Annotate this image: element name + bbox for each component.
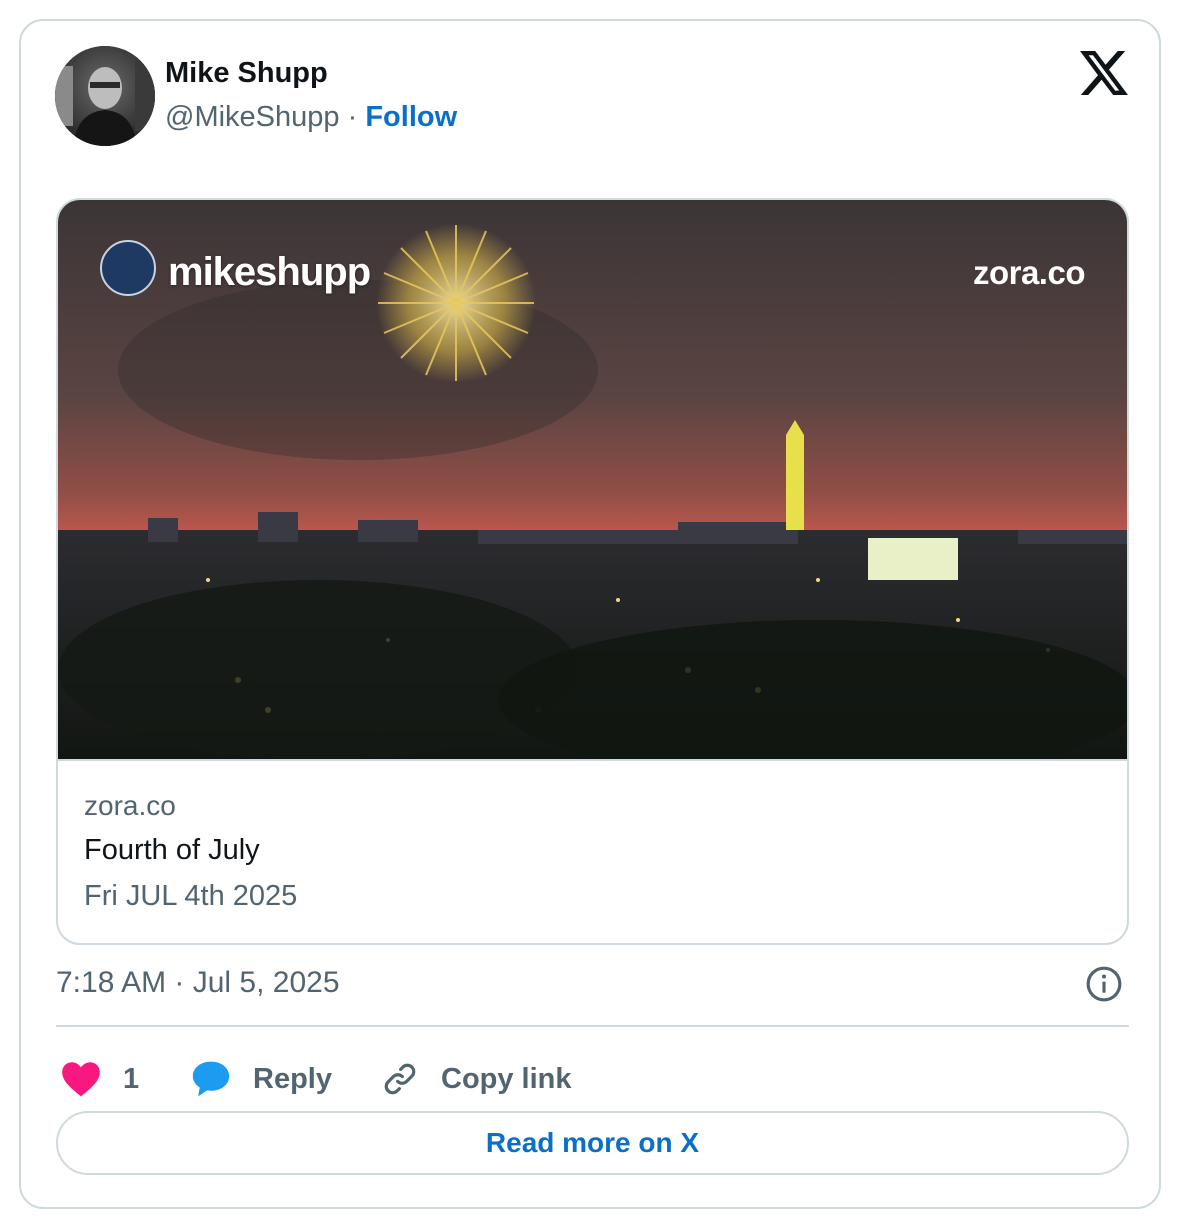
preview-divider: [58, 759, 1127, 761]
link-description: Fri JUL 4th 2025: [84, 880, 298, 912]
follow-button[interactable]: Follow: [365, 101, 457, 133]
overlay-brand: mikeshupp: [168, 250, 371, 294]
mikeshupp-logo-icon: [100, 240, 156, 296]
action-bar: 1 Reply Copy link: [61, 1051, 1131, 1107]
info-icon[interactable]: [1085, 965, 1123, 1003]
link-preview-card[interactable]: mikeshupp zora.co zora.co Fourth of July…: [56, 198, 1129, 945]
link-icon: [384, 1063, 416, 1095]
copy-link-label: Copy link: [441, 1062, 572, 1095]
link-domain: zora.co: [84, 790, 176, 821]
handle-separator: ·: [347, 101, 358, 133]
like-button[interactable]: 1: [61, 1051, 139, 1107]
copy-link-button[interactable]: Copy link: [381, 1051, 572, 1107]
action-divider: [56, 1025, 1129, 1027]
like-count: 1: [123, 1062, 140, 1095]
read-more-button[interactable]: Read more on X: [56, 1111, 1129, 1175]
author-handle[interactable]: @MikeShupp: [165, 101, 340, 133]
tweet-embed-card: Mike Shupp @MikeShupp · Follow mikeshupp…: [19, 19, 1161, 1209]
reply-label: Reply: [253, 1062, 332, 1095]
author-name[interactable]: Mike Shupp: [165, 57, 328, 90]
overlay-site: zora.co: [972, 254, 1086, 291]
reply-button[interactable]: Reply: [191, 1051, 332, 1107]
reply-bubble-icon: [192, 1061, 230, 1097]
tweet-timestamp[interactable]: 7:18 AM · Jul 5, 2025: [56, 966, 340, 1000]
x-logo-icon[interactable]: [1080, 51, 1128, 95]
heart-icon: [62, 1062, 100, 1097]
avatar[interactable]: [55, 46, 155, 146]
link-title: Fourth of July: [84, 834, 260, 866]
author-handle-row: @MikeShupp · Follow: [165, 101, 457, 134]
